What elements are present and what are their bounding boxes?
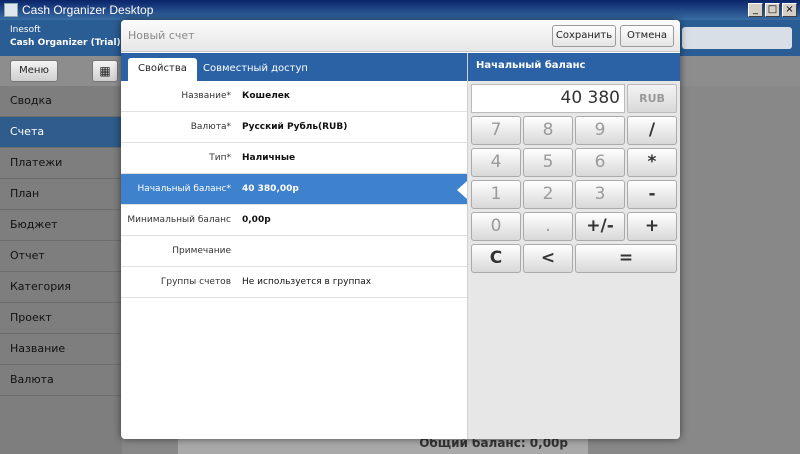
field-value: Не используется в группах	[242, 277, 372, 287]
sidebar-item-category[interactable]: Категория	[0, 272, 122, 303]
field-minimum-balance[interactable]: Минимальный баланс 0,00р	[121, 205, 467, 236]
key-5[interactable]: 5	[523, 148, 573, 177]
key-7[interactable]: 7	[471, 116, 521, 145]
menu-button[interactable]: Меню	[10, 60, 58, 82]
field-account-groups[interactable]: Группы счетов Не используется в группах	[121, 267, 467, 298]
field-label: Название*	[181, 91, 231, 101]
key-negate[interactable]: +/-	[575, 212, 625, 241]
key-0[interactable]: 0	[471, 212, 521, 241]
field-value: 40 380,00р	[242, 184, 299, 194]
field-value: Кошелек	[242, 91, 291, 101]
key-equals[interactable]: =	[575, 244, 677, 273]
sidebar-item-report[interactable]: Отчет	[0, 241, 122, 272]
key-divide[interactable]: /	[627, 116, 677, 145]
sidebar-item-budget[interactable]: Бюджет	[0, 210, 122, 241]
app-icon	[4, 3, 18, 17]
field-note[interactable]: Примечание	[121, 236, 467, 267]
new-account-dialog: Новый счет Сохранить Отмена Свойства Сов…	[121, 20, 680, 439]
window-controls: _ □ ×	[748, 3, 797, 17]
account-form: Название* Кошелек Валюта* Русский Рубль(…	[121, 81, 467, 298]
field-label: Валюта*	[190, 122, 231, 132]
window-titlebar: Cash Organizer Desktop _ □ ×	[0, 0, 800, 20]
field-value: 0,00р	[242, 215, 271, 225]
close-button[interactable]: ×	[782, 3, 797, 17]
maximize-button[interactable]: □	[765, 3, 780, 17]
tab-bar: Свойства Совместный доступ	[121, 53, 467, 81]
dialog-title: Новый счет	[128, 29, 195, 42]
key-1[interactable]: 1	[471, 180, 521, 209]
key-4[interactable]: 4	[471, 148, 521, 177]
minimize-button[interactable]: _	[748, 3, 763, 17]
tab-shared-access[interactable]: Совместный доступ	[193, 58, 318, 81]
sidebar-item-project[interactable]: Проект	[0, 303, 122, 334]
key-2[interactable]: 2	[523, 180, 573, 209]
key-decimal[interactable]: .	[523, 212, 573, 241]
field-label: Начальный баланс*	[137, 184, 231, 194]
sidebar-item-summary[interactable]: Сводка	[0, 86, 122, 117]
key-9[interactable]: 9	[575, 116, 625, 145]
field-label: Минимальный баланс	[127, 215, 231, 225]
sidebar-item-payee[interactable]: Название	[0, 334, 122, 365]
key-3[interactable]: 3	[575, 180, 625, 209]
key-multiply[interactable]: *	[627, 148, 677, 177]
calculator: 40 380 RUB 7 8 9 / 4 5 6 * 1 2 3 - 0 . +…	[468, 81, 680, 439]
calculator-title: Начальный баланс	[476, 60, 586, 71]
field-value: Наличные	[242, 153, 296, 163]
field-label: Тип*	[209, 153, 231, 163]
field-name[interactable]: Название* Кошелек	[121, 81, 467, 112]
search-box[interactable]	[682, 27, 792, 49]
sidebar-item-payments[interactable]: Платежи	[0, 148, 122, 179]
sidebar: Сводка Счета Платежи План Бюджет Отчет К…	[0, 86, 122, 454]
field-label: Примечание	[172, 246, 231, 256]
save-button[interactable]: Сохранить	[552, 25, 616, 47]
field-initial-balance[interactable]: Начальный баланс* 40 380,00р	[121, 174, 467, 205]
key-clear[interactable]: C	[471, 244, 521, 273]
key-6[interactable]: 6	[575, 148, 625, 177]
key-minus[interactable]: -	[627, 180, 677, 209]
field-type[interactable]: Тип* Наличные	[121, 143, 467, 174]
calculator-display: 40 380	[471, 84, 625, 113]
calculator-header: Начальный баланс	[468, 53, 680, 81]
product-name: Cash Organizer (Trial)	[10, 38, 121, 48]
cancel-button[interactable]: Отмена	[620, 25, 674, 47]
field-value: Русский Рубль(RUB)	[242, 122, 348, 132]
vendor-name: Inesoft	[10, 25, 41, 35]
key-plus[interactable]: +	[627, 212, 677, 241]
window-title: Cash Organizer Desktop	[22, 3, 154, 17]
field-currency[interactable]: Валюта* Русский Рубль(RUB)	[121, 112, 467, 143]
tab-properties[interactable]: Свойства	[128, 58, 197, 81]
sidebar-item-currency[interactable]: Валюта	[0, 365, 122, 396]
selection-arrow-icon	[457, 181, 467, 199]
sidebar-item-accounts[interactable]: Счета	[0, 117, 122, 148]
key-backspace[interactable]: <	[523, 244, 573, 273]
calculator-icon[interactable]: ▦	[92, 60, 118, 82]
field-label: Группы счетов	[160, 277, 231, 287]
sidebar-item-plan[interactable]: План	[0, 179, 122, 210]
dialog-header: Новый счет Сохранить Отмена	[121, 20, 680, 52]
key-8[interactable]: 8	[523, 116, 573, 145]
currency-button[interactable]: RUB	[627, 84, 677, 113]
